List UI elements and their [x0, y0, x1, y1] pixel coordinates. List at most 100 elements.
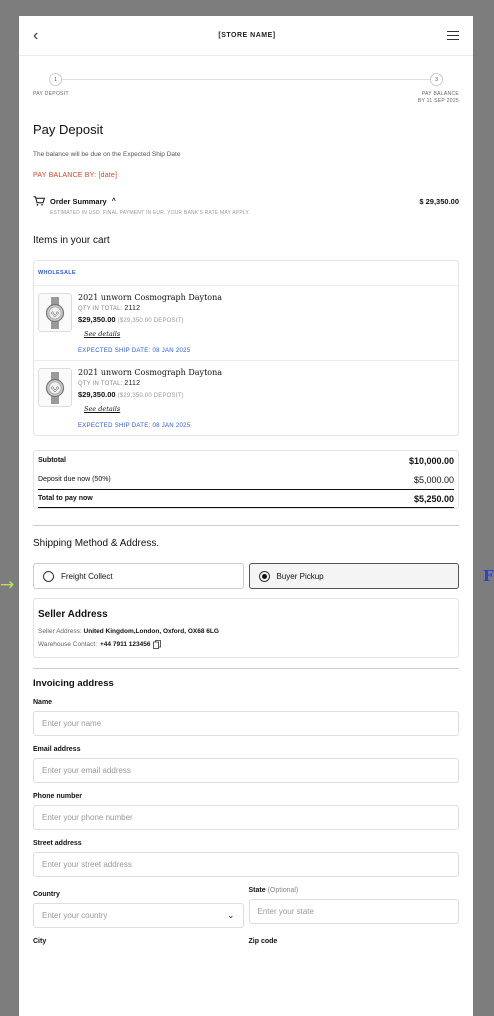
totals-box: Subtotal $10,000.00 Deposit due now (50%)…	[33, 450, 459, 509]
name-label: Name	[33, 699, 53, 706]
city-label: City	[33, 938, 47, 945]
balance-note: The balance will be due on the Expected …	[33, 151, 181, 158]
radio-unselected[interactable]	[43, 570, 54, 582]
cart-title: Items in your cart	[33, 235, 110, 246]
cart-item: 2021 unworn Cosmograph Daytona QTY IN TO…	[34, 361, 458, 435]
step-3-label-line1: PAY BALANCE	[421, 91, 459, 97]
shipping-method-options: Freight Collect Buyer Pickup	[33, 563, 459, 589]
seller-address-box: Seller Address Seller Address: United Ki…	[33, 598, 459, 658]
order-summary-row[interactable]: Order Summary ^ $ 29,350.00	[33, 196, 459, 206]
deposit-value: $5,000.00	[413, 474, 454, 485]
country-select[interactable]: Enter your country ⌄	[33, 903, 244, 928]
phone-placeholder: Enter your phone number	[42, 813, 133, 822]
order-summary-amount: $ 29,350.00	[419, 196, 459, 206]
country-state-row: Country Enter your country ⌄ State (Optio…	[33, 877, 459, 928]
seller-address-line: Seller Address: United Kingdom,London, O…	[38, 628, 454, 635]
item-price: $29,350.00 ($29,350.00 DEPOSIT)	[78, 390, 222, 399]
city-zip-row: City Zip code	[33, 928, 459, 945]
step-3-dot: 3	[430, 73, 443, 86]
deposit-value: ($29,350.00 DEPOSIT)	[117, 393, 184, 399]
qty-value: 2112	[124, 380, 141, 387]
state-label: State	[248, 887, 266, 894]
warehouse-label: Warehouse Contact:	[38, 641, 98, 648]
order-summary-label: Order Summary	[50, 196, 107, 206]
freight-collect-option[interactable]: Freight Collect	[33, 563, 244, 589]
zip-label: Zip code	[248, 938, 278, 945]
step-3-label: PAY BALANCE BY 11 SEP 2025	[418, 91, 459, 104]
expected-ship-date: EXPECTED SHIP DATE: 08 JAN 2025	[78, 423, 191, 429]
seller-address-title: Seller Address	[38, 609, 108, 620]
seller-address-value: United Kingdom,London, Oxford, OX68 6LG	[83, 628, 219, 635]
item-name: 2021 unworn Cosmograph Daytona	[78, 368, 223, 377]
copy-icon[interactable]	[153, 640, 162, 649]
email-placeholder: Enter your email address	[42, 766, 131, 775]
total-row: Total to pay now $5,250.00	[38, 489, 454, 508]
street-placeholder: Enter your street address	[42, 860, 132, 869]
currency-estimate-note: ESTIMATED IN USD. FINAL PAYMENT IN EUR. …	[50, 210, 250, 216]
chevron-up-icon: ^	[111, 197, 116, 205]
deposit-value: ($29,350.00 DEPOSIT)	[117, 318, 184, 324]
side-letter: F	[483, 567, 494, 585]
state-optional: (Optional)	[267, 887, 299, 894]
invoicing-title: Invoicing address	[33, 678, 114, 689]
see-details-link[interactable]: See details	[84, 330, 222, 338]
name-placeholder: Enter your name	[42, 719, 102, 728]
watch-thumbnail	[38, 368, 72, 407]
main-content: Pay Deposit The balance will be due on t…	[19, 122, 473, 945]
phone-input[interactable]: Enter your phone number	[33, 805, 459, 830]
step-3-label-line2: BY 11 SEP 2025	[417, 97, 459, 104]
expected-ship-date: EXPECTED SHIP DATE: 08 JAN 2025	[78, 348, 191, 354]
hamburger-menu-icon[interactable]	[447, 31, 459, 40]
cart-icon	[33, 196, 45, 206]
subtotal-row: Subtotal $10,000.00	[38, 451, 454, 470]
freight-collect-label: Freight Collect	[61, 571, 113, 581]
radio-selected[interactable]	[258, 570, 270, 582]
order-summary-toggle[interactable]: Order Summary ^	[33, 196, 116, 206]
total-label: Total to pay now	[38, 495, 93, 502]
step-1-label: PAY DEPOSIT	[33, 91, 69, 97]
back-chevron-icon[interactable]: ‹	[33, 27, 47, 44]
buyer-pickup-option[interactable]: Buyer Pickup	[248, 563, 459, 589]
progress-line	[49, 79, 443, 80]
watch-icon	[45, 371, 65, 404]
deposit-label: Deposit due now (50%)	[38, 476, 111, 483]
warehouse-phone: +44 7911 123456	[100, 641, 151, 648]
item-name: 2021 unworn Cosmograph Daytona	[78, 293, 223, 302]
phone-label: Phone number	[33, 793, 83, 800]
watch-thumbnail	[38, 293, 72, 332]
deposit-row: Deposit due now (50%) $5,000.00	[38, 470, 454, 489]
street-label: Street address	[33, 840, 82, 847]
buyer-pickup-label: Buyer Pickup	[276, 571, 324, 581]
total-value: $5,250.00	[413, 493, 454, 504]
state-placeholder: Enter your state	[257, 907, 314, 916]
cart-item: 2021 unworn Cosmograph Daytona QTY IN TO…	[34, 286, 458, 361]
watch-icon	[45, 296, 65, 329]
email-input[interactable]: Enter your email address	[33, 758, 459, 783]
subtotal-value: $10,000.00	[408, 455, 454, 466]
country-label: Country	[33, 891, 60, 898]
wholesale-label: WHOLESALE	[34, 261, 458, 286]
see-details-link[interactable]: See details	[84, 405, 222, 413]
shipping-title: Shipping Method & Address.	[33, 538, 160, 549]
pay-balance-by: PAY BALANCE BY: [date]	[33, 172, 118, 179]
qty-label: QTY IN TOTAL:	[78, 381, 123, 387]
name-input[interactable]: Enter your name	[33, 711, 459, 736]
page-title: Pay Deposit	[33, 122, 104, 137]
item-price: $29,350.00 ($29,350.00 DEPOSIT)	[78, 315, 222, 324]
street-input[interactable]: Enter your street address	[33, 852, 459, 877]
divider	[33, 668, 459, 669]
divider	[33, 525, 459, 526]
chevron-down-icon: ⌄	[226, 910, 235, 920]
seller-address-label: Seller Address:	[38, 628, 82, 635]
email-label: Email address	[33, 746, 81, 753]
country-placeholder: Enter your country	[42, 911, 108, 920]
item-qty: QTY IN TOTAL: 2112	[78, 305, 222, 312]
side-arrow-icon: →	[0, 575, 15, 595]
state-input[interactable]: Enter your state	[248, 899, 459, 924]
progress-steps: 1 3 PAY DEPOSIT PAY BALANCE BY 11 SEP 20…	[19, 56, 473, 112]
subtotal-label: Subtotal	[38, 457, 66, 464]
price-value: $29,350.00	[78, 390, 116, 399]
item-qty: QTY IN TOTAL: 2112	[78, 380, 222, 387]
qty-label: QTY IN TOTAL:	[78, 306, 123, 312]
cart-box: WHOLESALE 2021 unworn Cosmograph Daytona…	[33, 260, 459, 436]
